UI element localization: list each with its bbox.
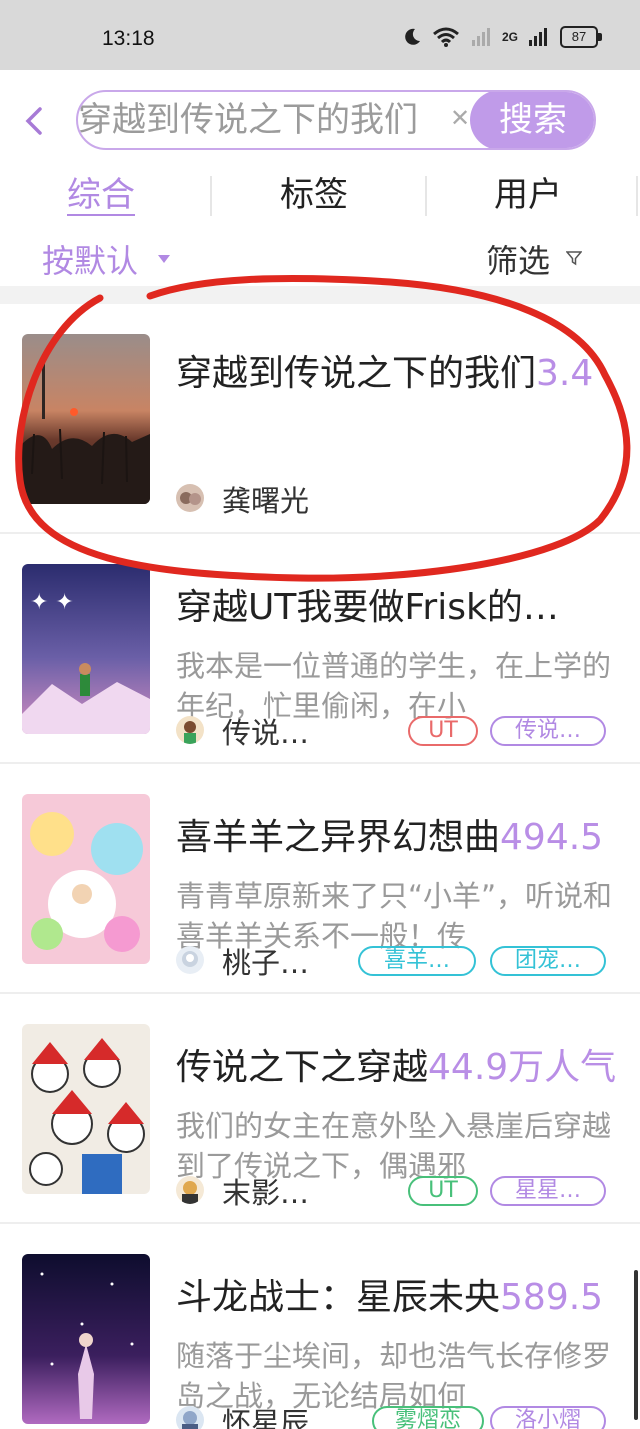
tag-chip[interactable]: 喜羊… <box>358 946 476 976</box>
title-text: 穿越UT我要做Frisk的… <box>176 587 559 628</box>
result-title[interactable]: 穿越UT我要做Frisk的… <box>176 586 559 630</box>
result-title[interactable]: 斗龙战士：星辰未央589.5 <box>176 1276 603 1320</box>
search-button[interactable]: 搜索 <box>470 92 594 148</box>
title-stat: 44.9万人气 <box>428 1047 617 1088</box>
caret-down-icon <box>158 255 170 263</box>
result-title[interactable]: 穿越到传说之下的我们3.4 <box>176 352 593 396</box>
author-name: 桃子… <box>222 946 310 980</box>
tag-chip[interactable]: 星星… <box>490 1176 606 1206</box>
author-row[interactable]: 龚曙光 <box>176 482 636 518</box>
tab-divider <box>636 176 638 216</box>
snow-forest-cover-art: ✦ ✦ <box>22 564 150 734</box>
title-text: 斗龙战士：星辰未央 <box>176 1277 501 1318</box>
author-name: 龚曙光 <box>222 484 310 518</box>
signal-icon <box>529 28 547 46</box>
author-row[interactable]: 末影… UT 星星… <box>176 1174 636 1210</box>
result-item[interactable]: 喜羊羊之异界幻想曲494.5 青青草原新来了只“小羊”，听说和喜羊羊关系不一般！… <box>0 764 640 994</box>
title-text: 喜羊羊之异界幻想曲 <box>176 817 501 858</box>
result-item[interactable]: 斗龙战士：星辰未央589.5 随落于尘埃间，却也浩气长存修罗岛之战，无论结局如何… <box>0 1224 640 1429</box>
author-row[interactable]: 传说… UT 传说… <box>176 714 636 750</box>
avatar <box>176 716 204 744</box>
author-row[interactable]: 桃子… 喜羊… 团宠… <box>176 944 636 980</box>
sunset-cover-art <box>22 334 150 504</box>
cover-image[interactable]: ✦ ✦ <box>22 564 150 734</box>
signal-off-icon <box>471 28 490 46</box>
result-item[interactable]: 穿越到传说之下的我们3.4 龚曙光 <box>0 304 640 534</box>
network-type: 2G <box>501 30 518 44</box>
result-title[interactable]: 传说之下之穿越44.9万人气 <box>176 1046 616 1090</box>
filter-button[interactable]: 筛选 <box>486 236 550 286</box>
status-icons: 2G 87 <box>402 26 602 48</box>
result-item[interactable]: ✦ ✦ 穿越UT我要做Frisk的… 我本是一位普通的学生，在上学的年纪，忙里偷… <box>0 534 640 764</box>
back-button[interactable] <box>24 100 60 140</box>
tab-tags[interactable]: 标签 <box>280 170 348 220</box>
battery-indicator: 87 <box>560 26 602 48</box>
tag-chip[interactable]: 团宠… <box>490 946 606 976</box>
tag-chip[interactable]: UT <box>408 1176 478 1206</box>
cover-image[interactable] <box>22 1254 150 1424</box>
galaxy-cover-art <box>22 1254 150 1424</box>
title-text: 传说之下之穿越 <box>176 1047 429 1088</box>
chevron-left-icon <box>25 107 42 135</box>
title-text: 穿越到传说之下的我们 <box>176 353 537 394</box>
scrollbar[interactable] <box>634 1270 638 1420</box>
avatar <box>176 946 204 974</box>
tag-chip[interactable]: 洛小熠 <box>490 1406 606 1429</box>
tag-chip[interactable]: 传说… <box>490 716 606 746</box>
tab-comprehensive[interactable]: 综合 <box>67 170 135 220</box>
tab-divider <box>425 176 427 216</box>
author-name: 末影… <box>222 1176 310 1210</box>
wifi-icon <box>433 27 459 47</box>
avatar <box>176 1406 204 1429</box>
search-bar-row: 穿越到传说之下的我们 ✕ 搜索 <box>0 88 640 158</box>
cover-image[interactable] <box>22 794 150 964</box>
result-title[interactable]: 喜羊羊之异界幻想曲494.5 <box>176 816 603 860</box>
moon-icon <box>405 28 420 45</box>
tab-divider <box>210 176 212 216</box>
search-box: 穿越到传说之下的我们 ✕ 搜索 <box>76 90 596 150</box>
search-input[interactable]: 穿越到传说之下的我们 <box>78 92 453 148</box>
title-stat: 3.4 <box>536 353 594 394</box>
clear-icon[interactable]: ✕ <box>450 104 470 132</box>
tag-chip[interactable]: UT <box>408 716 478 746</box>
cover-image[interactable] <box>22 1024 150 1194</box>
result-tabs: 综合 标签 用户 <box>0 170 640 222</box>
section-divider <box>0 286 640 304</box>
result-item[interactable]: 传说之下之穿越44.9万人气 我们的女主在意外坠入悬崖后穿越到了传说之下，偶遇邪… <box>0 994 640 1224</box>
avatar <box>176 1176 204 1204</box>
author-name: 传说… <box>222 716 310 750</box>
battery-level: 87 <box>571 29 587 44</box>
sort-dropdown[interactable]: 按默认 <box>42 236 138 286</box>
cover-decor-text: ✦ ✦ <box>30 590 74 615</box>
avatar <box>176 484 204 512</box>
colorful-cover-art <box>22 794 150 964</box>
filter-row: 按默认 筛选 <box>0 236 640 286</box>
characters-cover-art <box>22 1024 150 1194</box>
status-time: 13:18 <box>102 27 155 50</box>
tab-users[interactable]: 用户 <box>494 170 562 220</box>
title-stat: 494.5 <box>500 817 604 858</box>
author-name: 怀星辰 <box>222 1406 310 1429</box>
author-row[interactable]: 怀星辰 雾熠恋 洛小熠 <box>176 1404 636 1429</box>
status-bar: 13:18 2G 87 <box>0 0 640 70</box>
title-stat: 589.5 <box>500 1277 604 1318</box>
tag-chip[interactable]: 雾熠恋 <box>372 1406 484 1429</box>
cover-image[interactable] <box>22 334 150 504</box>
filter-icon <box>566 251 582 266</box>
